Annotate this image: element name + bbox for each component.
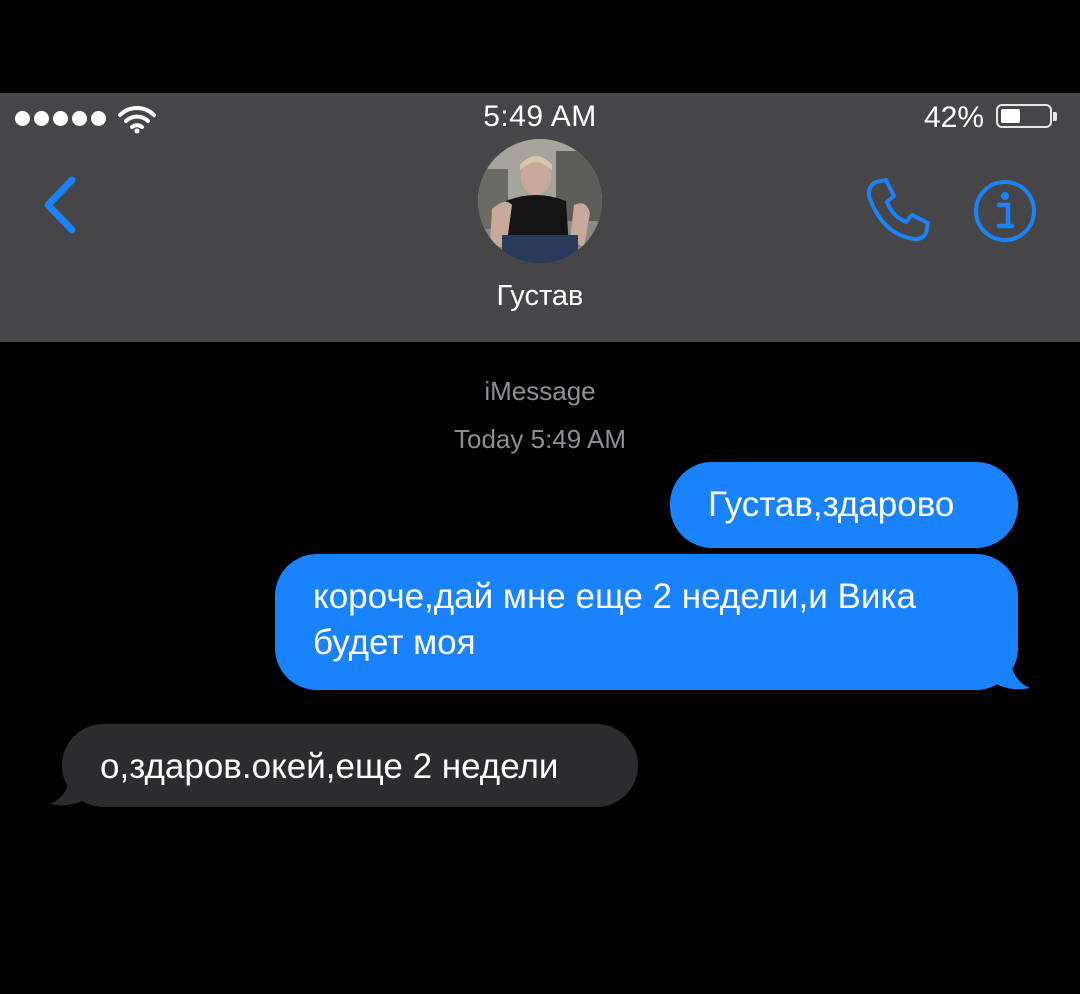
avatar-photo (478, 139, 602, 263)
battery-nub (1053, 112, 1057, 121)
chevron-left-icon (44, 176, 76, 234)
battery-level-fill (1001, 109, 1020, 123)
call-button[interactable] (860, 172, 936, 248)
outgoing-message[interactable]: короче,дай мне еще 2 недели,и Вика будет… (275, 554, 1018, 690)
battery-percent: 42% (923, 101, 984, 134)
incoming-message[interactable]: о,здаров.окей,еще 2 недели (62, 724, 638, 807)
outgoing-message[interactable]: Густав,здарово (670, 462, 1018, 548)
battery-icon (996, 104, 1057, 128)
top-band (0, 0, 1080, 93)
service-label: iMessage (484, 376, 596, 406)
status-time: 5:49 AM (483, 100, 597, 133)
info-icon (974, 180, 1036, 242)
phone-icon (866, 178, 930, 242)
contact-avatar[interactable] (478, 139, 602, 263)
back-button[interactable] (36, 172, 86, 238)
info-button[interactable] (972, 178, 1038, 244)
message-timestamp: Today 5:49 AM (454, 424, 626, 454)
contact-name[interactable]: Густав (0, 280, 1080, 313)
